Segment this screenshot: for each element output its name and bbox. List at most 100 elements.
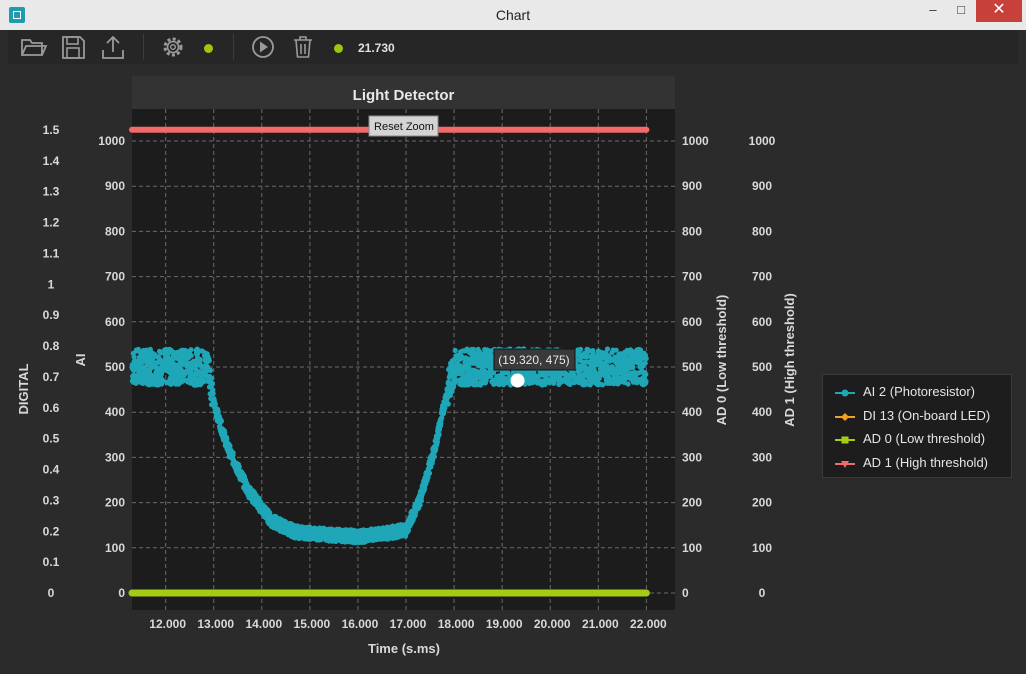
digital-tick-label: 0.8 [43,339,60,353]
reset-zoom-label: Reset Zoom [374,121,434,133]
title-bar: Chart – □ ✕ [0,0,1026,30]
digital-tick-label: 0.1 [43,555,60,569]
ad1-tick-label: 400 [752,405,772,419]
legend-marker-icon [835,460,855,468]
x-tick-label: 15.000 [294,617,331,631]
window-title: Chart [495,7,531,23]
ad0-tick-label: 300 [682,450,702,464]
ai-tick-label: 500 [105,360,125,374]
ad0-axis-title: AD 0 (Low threshold) [714,295,729,426]
ad1-tick-label: 600 [752,315,772,329]
digital-tick-label: 1.4 [43,154,60,168]
close-button[interactable]: ✕ [976,0,1022,22]
photoresistor-point [426,470,433,476]
photoresistor-point [150,358,156,364]
legend-label: AD 1 (High threshold) [863,454,988,470]
open-icon [21,39,48,56]
ad0-tick-label: 100 [682,541,702,555]
save-icon [62,36,85,59]
ai-tick-label: 900 [105,179,125,193]
legend-label: AD 0 (Low threshold) [863,431,986,446]
legend-marker-icon [835,436,855,444]
photoresistor-point [431,454,437,460]
chart-title: Light Detector [353,87,455,104]
ai-tick-label: 700 [105,270,125,284]
ad1-tick-label: 300 [752,450,772,464]
legend-marker-icon [835,389,855,397]
ad0-tick-label: 600 [682,315,702,329]
photoresistor-point [209,380,215,386]
ai-tick-label: 300 [105,450,125,464]
photoresistor-point [209,375,215,381]
settings-status-led [204,44,213,53]
photoresistor-point [585,347,591,353]
x-tick-label: 17.000 [390,617,427,631]
hovered-point [510,373,525,388]
x-tick-label: 12.000 [149,617,186,631]
ad1-tick-label: 1000 [749,134,776,148]
ad0-tick-label: 0 [682,586,689,600]
photoresistor-point [230,450,236,456]
digital-tick-label: 1.3 [43,185,60,199]
photoresistor-point [625,381,631,387]
digital-tick-label: 0.3 [43,493,60,507]
ad1-tick-label: 200 [752,496,772,510]
ad0-tick-label: 800 [682,224,702,238]
maximize-button[interactable]: □ [946,0,976,22]
photoresistor-point [206,358,212,364]
ad1-axis-title: AD 1 (High threshold) [782,293,797,427]
gear-icon [163,37,183,57]
ad1-tick-label: 500 [752,360,772,374]
toolbar-separator [143,34,144,60]
x-tick-label: 16.000 [342,617,379,631]
x-tick-label: 19.000 [486,617,523,631]
play-icon [252,36,274,58]
digital-tick-label: 1 [48,277,55,291]
toolbar: 21.730 [8,30,1018,64]
digital-tick-label: 0.5 [43,432,60,446]
x-tick-label: 18.000 [438,617,475,631]
ai-axis-title: AI [73,354,88,367]
ad0-tick-label: 200 [682,496,702,510]
ad0-tick-label: 400 [682,405,702,419]
save-button[interactable] [58,32,88,62]
minimize-button[interactable]: – [918,0,948,22]
elapsed-time-readout: 21.730 [358,41,395,55]
x-axis-title: Time (s.ms) [368,641,440,656]
ai-tick-label: 800 [105,224,125,238]
toolbar-separator [233,34,234,60]
photoresistor-point [188,347,194,353]
legend: AI 2 (Photoresistor) DI 13 (On-board LED)… [822,374,1012,478]
export-button[interactable] [98,32,128,62]
photoresistor-point [445,401,451,407]
chart-area: Light Detector 0 0.1 0.2 0.3 0.4 0.5 0.6 0.7 0.8 0… [8,64,1018,668]
x-tick-label: 21.000 [582,617,619,631]
photoresistor-point [218,418,224,424]
photoresistor-point [197,356,203,363]
ad0-tick-label: 900 [682,179,702,193]
digital-tick-label: 1.5 [43,123,60,137]
reset-zoom-button[interactable]: Reset Zoom [368,115,439,137]
play-button[interactable] [248,32,278,62]
ad1-tick-label: 800 [752,224,772,238]
photoresistor-point [452,347,458,354]
legend-label: DI 13 (On-board LED) [863,407,991,423]
settings-button[interactable] [158,32,188,62]
photoresistor-point [643,378,649,384]
ad1-tick-label: 900 [752,179,772,193]
digital-tick-label: 0.7 [43,370,60,384]
photoresistor-point [436,431,442,437]
clear-button[interactable] [288,32,318,62]
ai-tick-label: 400 [105,405,125,419]
tooltip-text: (19.320, 475) [498,353,569,367]
ai-tick-label: 200 [105,496,125,510]
photoresistor-point [613,347,619,353]
x-tick-label: 13.000 [197,617,234,631]
photoresistor-point [578,346,584,352]
run-status-led [334,44,343,53]
legend-marker-icon [835,412,855,421]
open-button[interactable] [18,32,48,62]
photoresistor-point [604,346,611,352]
ad0-tick-label: 500 [682,360,702,374]
trash-icon [294,36,312,58]
